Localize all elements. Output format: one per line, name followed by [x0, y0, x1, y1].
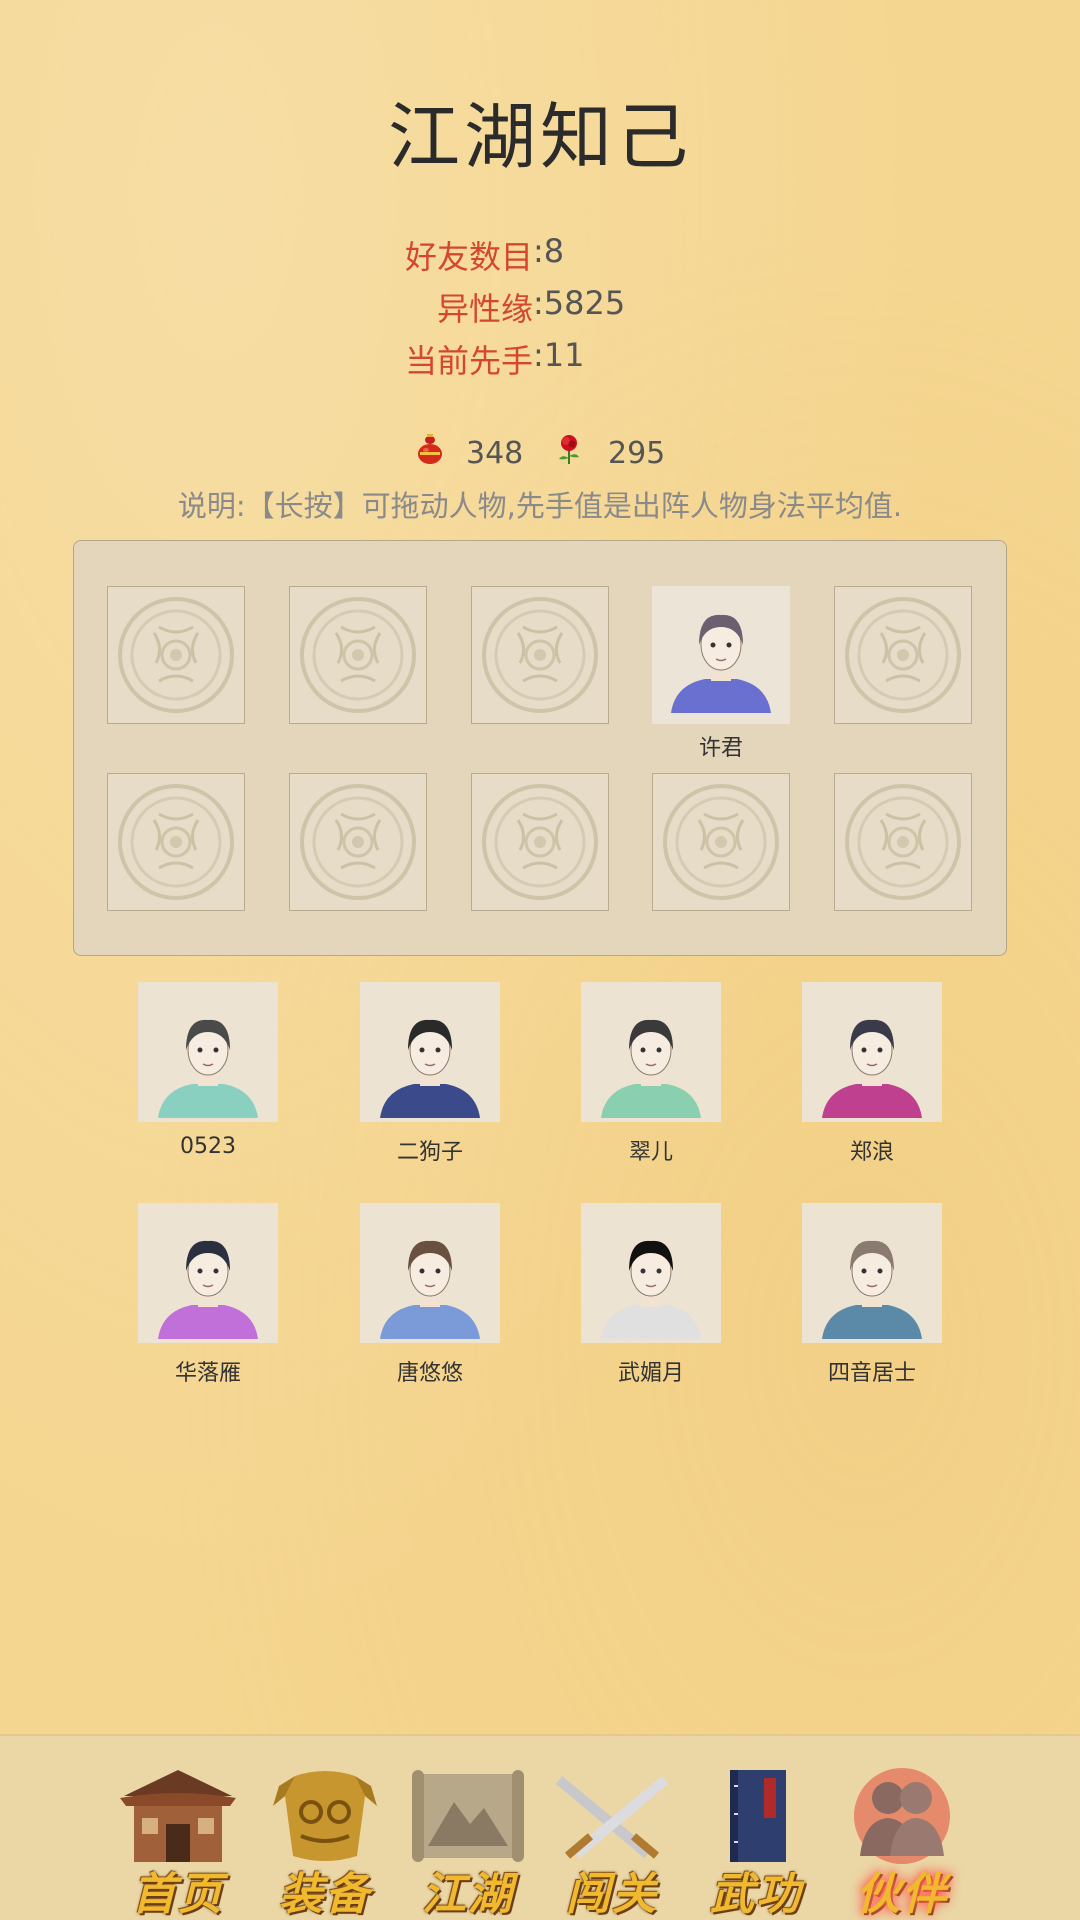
book-icon [696, 1766, 816, 1870]
roster-character-card[interactable] [802, 982, 942, 1122]
stat-value: :11 [533, 336, 585, 374]
formation-slot-empty[interactable] [289, 773, 427, 911]
crossed-swords-icon [552, 1766, 672, 1870]
stat-label: 好友数目 [404, 238, 533, 276]
nav-label: 装备 [279, 1869, 371, 1920]
character-portrait [148, 998, 268, 1122]
character-portrait [370, 1219, 490, 1343]
roster-character-name: 二狗子 [396, 1140, 463, 1165]
roster-character-name: 华落雁 [174, 1361, 241, 1386]
scroll-map-icon [408, 1766, 528, 1870]
character-portrait [661, 593, 781, 717]
character-portrait [370, 998, 490, 1122]
nav-label: 首页 [132, 1869, 224, 1920]
nav-armor-button[interactable]: 装备 [265, 1766, 385, 1920]
formation-slot-empty[interactable] [471, 773, 609, 911]
rose-icon [552, 432, 586, 474]
nav-house-button[interactable]: 首页 [118, 1766, 238, 1920]
character-portrait [812, 1219, 932, 1343]
stat-label: 异性缘 [436, 290, 533, 328]
resource-bar: 348 295 [0, 432, 1080, 476]
roster-character-name: 郑浪 [849, 1140, 894, 1165]
instruction-note: 说明:【长按】可拖动人物,先手值是出阵人物身法平均值. [177, 489, 903, 523]
formation-slot-empty[interactable] [834, 586, 972, 724]
formation-panel: 许君 [73, 540, 1007, 956]
roster-character-card[interactable] [581, 1203, 721, 1343]
nav-book-button[interactable]: 武功 [696, 1766, 816, 1920]
empty-slot-emblem-icon [118, 784, 234, 900]
empty-slot-emblem-icon [482, 784, 598, 900]
gourd-icon [414, 432, 446, 474]
character-portrait [812, 998, 932, 1122]
nav-scroll-map-button[interactable]: 江湖 [408, 1766, 528, 1920]
formation-slot-empty[interactable] [471, 586, 609, 724]
roster-character-name: 翠儿 [628, 1140, 673, 1165]
nav-label: 闯关 [566, 1869, 658, 1920]
roster-character-name: 武媚月 [617, 1361, 684, 1386]
nav-label: 江湖 [422, 1869, 514, 1920]
resource-value: 348 [466, 435, 524, 471]
character-portrait [591, 1219, 711, 1343]
nav-label: 伙伴 [856, 1869, 948, 1920]
roster-character-card[interactable] [581, 982, 721, 1122]
nav-partners-button[interactable]: 伙伴 [842, 1766, 962, 1920]
empty-slot-emblem-icon [663, 784, 779, 900]
roster-character-card[interactable] [360, 1203, 500, 1343]
roster-character-card[interactable] [802, 1203, 942, 1343]
roster-character-name: 唐悠悠 [396, 1361, 463, 1386]
character-portrait [591, 998, 711, 1122]
nav-crossed-swords-button[interactable]: 闯关 [552, 1766, 672, 1920]
resource-gourd: 348 [414, 432, 523, 474]
empty-slot-emblem-icon [300, 784, 416, 900]
roster-character-card[interactable] [138, 1203, 278, 1343]
armor-icon [265, 1766, 385, 1870]
formation-slot-empty[interactable] [107, 773, 245, 911]
stat-label: 当前先手 [404, 342, 533, 380]
resource-rose: 295 [552, 432, 665, 474]
empty-slot-emblem-icon [300, 597, 416, 713]
partners-icon [842, 1766, 962, 1870]
stat-value: :8 [533, 232, 565, 270]
roster-character-name: 0523 [180, 1134, 236, 1159]
formation-slot-empty[interactable] [289, 586, 427, 724]
stat-value: :5825 [533, 284, 626, 322]
empty-slot-emblem-icon [482, 597, 598, 713]
empty-slot-emblem-icon [118, 597, 234, 713]
nav-label: 武功 [710, 1869, 802, 1920]
roster-character-card[interactable] [138, 982, 278, 1122]
bottom-nav: 首页 装备 江湖 闯关 武功 伙伴 [0, 1734, 1080, 1920]
character-portrait [148, 1219, 268, 1343]
empty-slot-emblem-icon [845, 784, 961, 900]
formation-slot-empty[interactable] [834, 773, 972, 911]
roster-character-card[interactable] [360, 982, 500, 1122]
resource-value: 295 [608, 435, 666, 471]
formation-slot-filled[interactable] [652, 586, 790, 724]
formation-character-name: 许君 [698, 736, 743, 761]
roster-character-name: 四音居士 [827, 1361, 916, 1386]
formation-slot-empty[interactable] [107, 586, 245, 724]
house-icon [118, 1766, 238, 1870]
page-title: 江湖知己 [387, 95, 692, 179]
formation-slot-empty[interactable] [652, 773, 790, 911]
empty-slot-emblem-icon [845, 597, 961, 713]
